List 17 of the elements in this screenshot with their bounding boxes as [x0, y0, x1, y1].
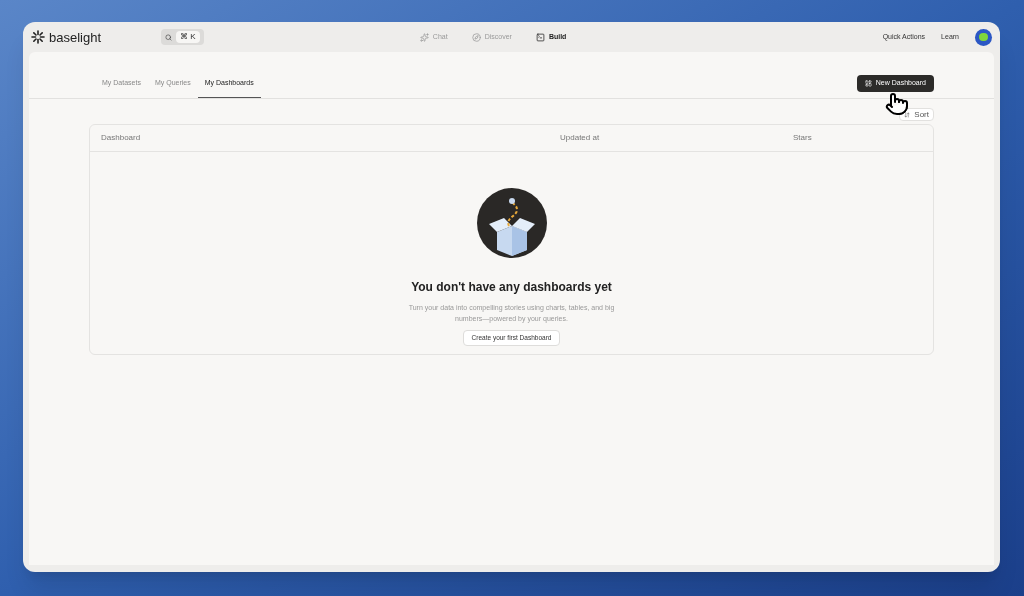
terminal-icon	[535, 32, 545, 42]
column-header: Stars	[793, 132, 812, 144]
sort-icon	[904, 111, 911, 118]
logo-icon	[31, 30, 45, 44]
search-icon	[165, 33, 172, 41]
shortcut-key: ⌘ K	[176, 31, 200, 43]
dashboard-icon	[864, 80, 872, 87]
column-header: Updated at	[560, 132, 601, 144]
column-header: Dashboard	[101, 132, 142, 144]
empty-state-title: You don't have any dashboards yet	[411, 279, 612, 296]
sparkle-icon	[419, 32, 429, 42]
compass-icon	[471, 32, 481, 42]
logo-text: baselight	[49, 30, 102, 44]
hand-cursor-icon	[885, 92, 909, 116]
search-button[interactable]: ⌘ K	[161, 29, 204, 45]
open-box-drawing	[476, 188, 547, 258]
avatar	[975, 28, 992, 46]
